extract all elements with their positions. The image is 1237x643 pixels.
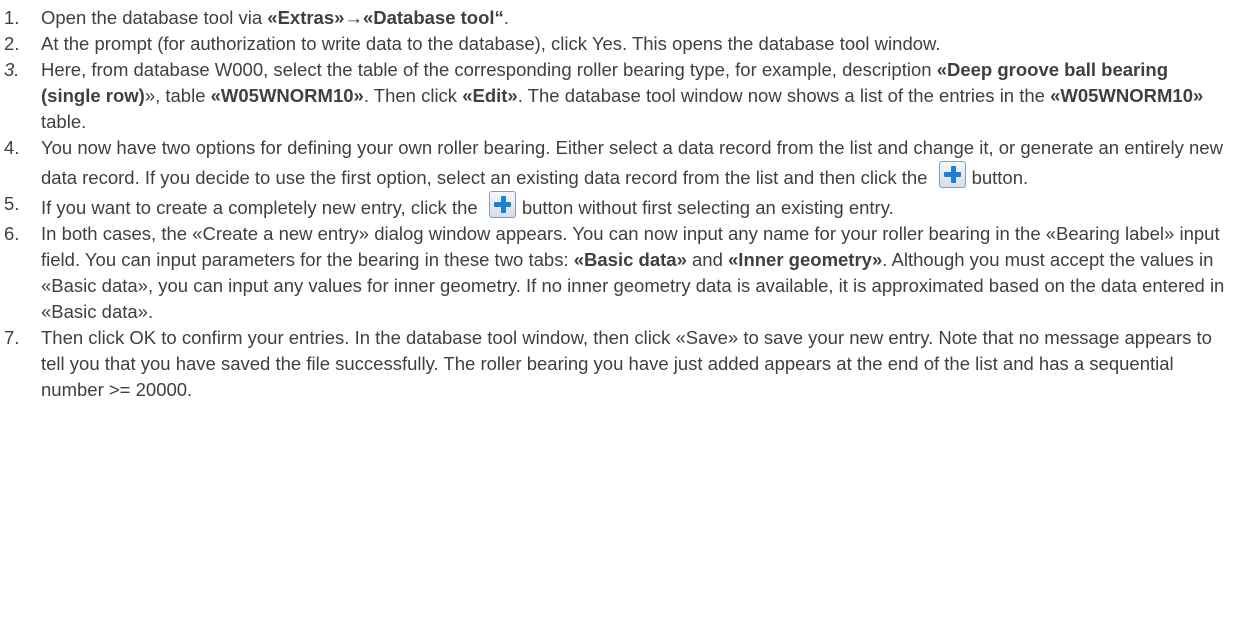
step-number: 1.	[4, 7, 20, 28]
step-text: You now have two options for defining yo…	[41, 137, 1223, 188]
step-number: 2.	[4, 33, 20, 54]
text-run: . The database tool window now shows a l…	[517, 85, 1051, 106]
step-number: 5.	[4, 193, 20, 214]
step-number: 4.	[4, 137, 20, 158]
step-number: 3.	[4, 59, 20, 80]
step-text: In both cases, the «Create a new entry» …	[41, 223, 1224, 322]
document-page: 1. Open the database tool via «Extras»→«D…	[0, 0, 1237, 643]
step-text: If you want to create a completely new e…	[41, 191, 894, 218]
text-run: table.	[41, 111, 87, 132]
bold-term: «Extras»	[267, 7, 345, 28]
instruction-steps-list: 1. Open the database tool via «Extras»→«D…	[0, 5, 1237, 403]
step-item-6: 6. In both cases, the «Create a new entry…	[0, 221, 1237, 325]
step-item-2: 2. At the prompt (for authorization to wr…	[0, 31, 1237, 57]
text-run: », table	[144, 85, 211, 106]
text-run: .	[503, 7, 509, 28]
bold-term: «W05WNORM10»	[1050, 85, 1204, 106]
add-entry-plus-icon	[488, 191, 516, 218]
step-item-5: 5. If you want to create a completely new…	[0, 191, 1237, 221]
step-text: At the prompt (for authorization to writ…	[41, 33, 941, 54]
bold-term: «Basic data»	[573, 249, 687, 270]
text-run: and	[686, 249, 729, 270]
text-run: Open the database tool via	[41, 7, 268, 28]
add-entry-plus-icon	[938, 161, 966, 188]
step-number: 7.	[4, 327, 20, 348]
text-run: . Then click	[363, 85, 463, 106]
text-run: At the prompt (for authorization to writ…	[41, 33, 941, 54]
step-item-1: 1. Open the database tool via «Extras»→«D…	[0, 5, 1237, 31]
step-text: Then click OK to confirm your entries. I…	[41, 327, 1212, 400]
step-item-4: 4. You now have two options for defining …	[0, 135, 1237, 191]
bold-term: «Inner geometry»	[728, 249, 883, 270]
text-run: You now have two options for defining yo…	[41, 137, 1223, 188]
text-run: Then click OK to confirm your entries. I…	[41, 327, 1212, 400]
bold-term: «Edit»	[462, 85, 518, 106]
text-run: button.	[971, 167, 1029, 188]
step-text: Here, from database W000, select the tab…	[41, 59, 1203, 132]
step-item-7: 7. Then click OK to confirm your entries.…	[0, 325, 1237, 403]
step-text: Open the database tool via «Extras»→«Dat…	[41, 7, 509, 28]
text-run: If you want to create a completely new e…	[41, 197, 483, 218]
step-number: 6.	[4, 223, 20, 244]
bold-term: →	[344, 7, 363, 28]
text-run: Here, from database W000, select the tab…	[41, 59, 937, 80]
step-item-3: 3. Here, from database W000, select the t…	[0, 57, 1237, 135]
bold-term: «Database tool“	[362, 7, 504, 28]
bold-term: «W05WNORM10»	[210, 85, 364, 106]
text-run: button without first selecting an existi…	[521, 197, 894, 218]
